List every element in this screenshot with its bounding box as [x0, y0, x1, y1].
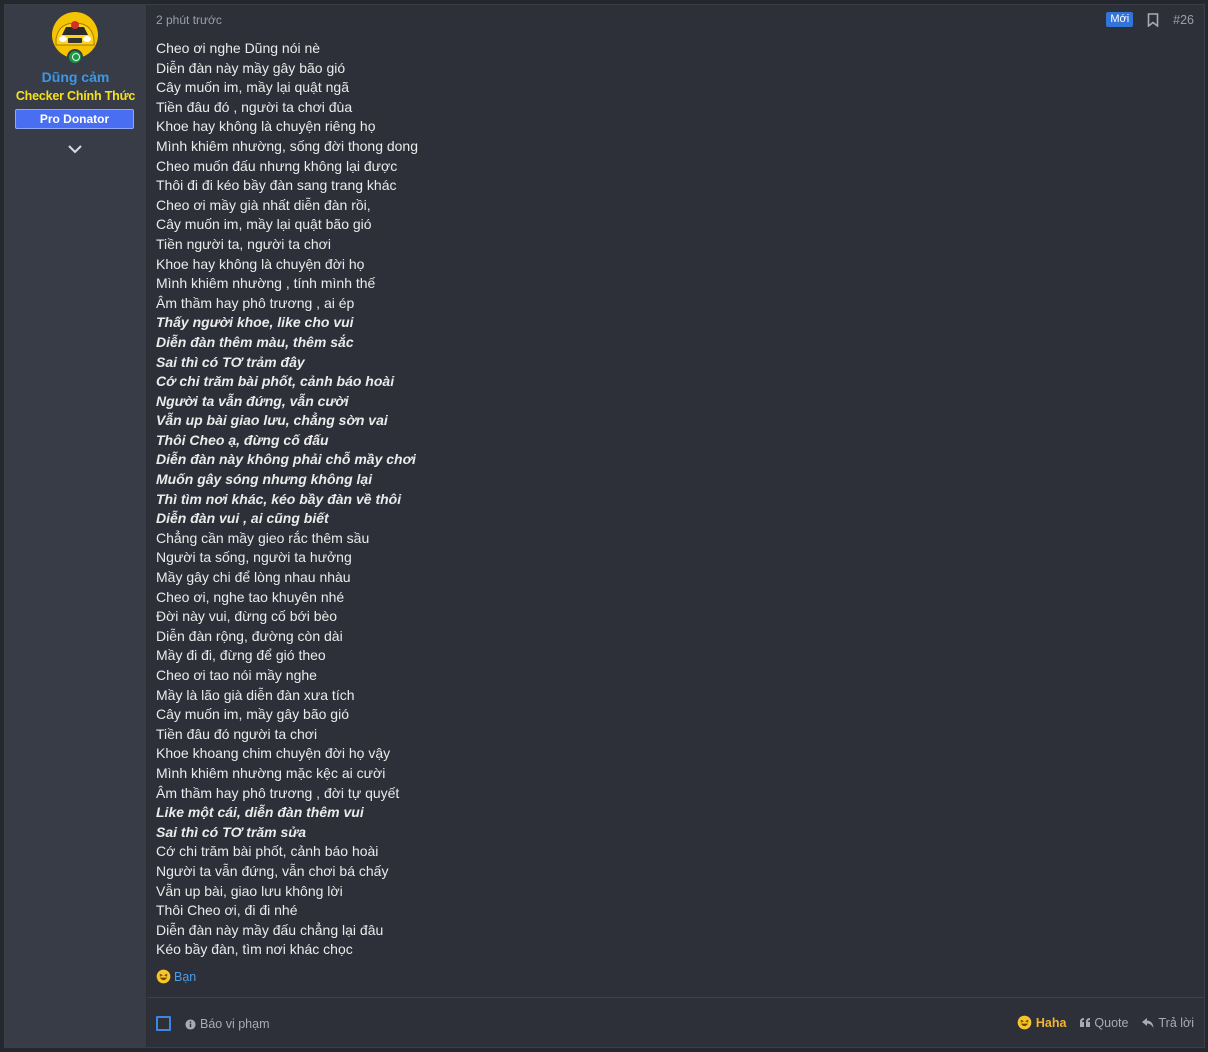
- post-body-line: Thôi Cheo ơi, đi đi nhé: [156, 902, 298, 919]
- message-main: 2 phút trước Mới #26 Cheo ơi nghe Dũng n…: [147, 5, 1204, 1047]
- post-body-line: Muốn gây sóng nhưng không lại: [156, 471, 373, 488]
- message-post: Dũng cảm Checker Chính Thức Pro Donator …: [4, 4, 1205, 1048]
- post-body-line: Vẫn up bài, giao lưu không lời: [156, 882, 343, 899]
- post-body-line: Cớ chi trăm bài phốt, cảnh báo hoài: [156, 843, 379, 860]
- post-number[interactable]: #26: [1173, 13, 1194, 27]
- haha-emoji-icon: [156, 969, 171, 984]
- post-body: Cheo ơi nghe Dũng nói nè Diễn đàn này mầy…: [156, 39, 418, 960]
- post-body-line: Âm thầm hay phô trương , ai ép: [156, 294, 355, 311]
- post-body-line: Cheo ơi nghe Dũng nói nè: [156, 40, 321, 56]
- online-icon: [67, 49, 83, 65]
- post-body-line: Cheo ơi, nghe tao khuyên nhé: [156, 588, 345, 605]
- post-body-line: Tiền đâu đó , người ta chơi đùa: [156, 98, 353, 115]
- select-post-checkbox[interactable]: [156, 1016, 171, 1031]
- post-body-line: Cheo muốn đấu nhưng không lại được: [156, 157, 398, 174]
- post-body-line: Vẫn up bài giao lưu, chẳng sờn vai: [156, 412, 388, 429]
- post-body-line: Mình khiêm nhường , tính mình thế: [156, 275, 376, 292]
- post-body-line: Diễn đàn vui , ai cũng biết: [156, 510, 329, 527]
- post-body-line: Thôi đi đi kéo bầy đàn sang trang khác: [156, 177, 397, 194]
- post-body-line: Đời này vui, đừng cố bới bèo: [156, 608, 338, 625]
- post-body-line: Diễn đàn rộng, đường còn dài: [156, 627, 343, 644]
- post-body-line: Người ta vẫn đứng, vẫn cười: [156, 392, 349, 409]
- reply-arrow-icon: [1142, 1017, 1154, 1028]
- post-body-line: Sai thì có TƠ trăm sửa: [156, 823, 307, 840]
- post-body-line: Người ta vẫn đứng, vẫn chơi bá chấy: [156, 862, 389, 879]
- quote-button[interactable]: Quote: [1080, 1016, 1128, 1030]
- reply-label: Trả lời: [1158, 1015, 1194, 1030]
- post-body-line: Diễn đàn này mầy đấu chẳng lại đâu: [156, 921, 384, 938]
- username[interactable]: Dũng cảm: [5, 69, 146, 85]
- post-body-line: Mình khiêm nhường, sống đời thong dong: [156, 137, 419, 154]
- post-body-line: Tiền đâu đó người ta chơi: [156, 725, 318, 742]
- post-body-line: Cây muốn im, mầy lại quật ngã: [156, 79, 349, 96]
- post-body-line: Khoe hay không là chuyện đời họ: [156, 255, 365, 272]
- chevron-down-icon: [68, 144, 82, 153]
- post-body-line: Mầy gây chi để lòng nhau nhàu: [156, 569, 351, 586]
- post-body-line: Thấy người khoe, like cho vui: [156, 314, 354, 331]
- post-body-line: Khoe hay không là chuyện riêng họ: [156, 118, 376, 135]
- post-body-line: Cây muốn im, mầy gây bão gió: [156, 706, 349, 723]
- post-body-line: Thôi Cheo ạ, đừng cố đấu: [156, 431, 329, 448]
- post-header-actions: Mới #26: [1106, 12, 1194, 27]
- post-body-line: Like một cái, diễn đàn thêm vui: [156, 804, 364, 821]
- bookmark-icon[interactable]: [1147, 12, 1159, 27]
- report-label: Báo vi phạm: [200, 1017, 270, 1031]
- post-footer: Báo vi phạm Haha Quote Trả lời: [147, 997, 1204, 1047]
- report-link[interactable]: Báo vi phạm: [185, 1017, 269, 1031]
- post-body-line: Mình khiêm nhường mặc kệc ai cười: [156, 764, 386, 781]
- post-body-line: Khoe khoang chim chuyện đời họ vậy: [156, 745, 391, 762]
- post-body-line: Âm thầm hay phô trương , đời tự quyết: [156, 784, 400, 801]
- post-body-line: Cheo ơi tao nói mầy nghe: [156, 667, 317, 683]
- reaction-users-link[interactable]: Bạn: [174, 970, 196, 984]
- user-info-panel: Dũng cảm Checker Chính Thức Pro Donator: [5, 5, 147, 1047]
- haha-label: Haha: [1035, 1015, 1067, 1030]
- post-body-line: Tiền người ta, người ta chơi: [156, 235, 331, 252]
- post-body-line: Sai thì có TƠ trảm đây: [156, 353, 305, 370]
- post-body-line: Cớ chi trăm bài phốt, cảnh báo hoài: [156, 373, 395, 390]
- haha-emoji-icon: [1017, 1015, 1032, 1030]
- post-timestamp[interactable]: 2 phút trước: [156, 13, 222, 27]
- post-body-line: Thì tìm nơi khác, kéo bầy đàn về thôi: [156, 490, 402, 507]
- post-body-line: Cheo ơi mầy già nhất diễn đàn rồi,: [156, 196, 371, 213]
- post-body-line: Kéo bầy đàn, tìm nơi khác chọc: [156, 941, 353, 958]
- quote-label: Quote: [1094, 1015, 1129, 1030]
- info-circle-icon: [185, 1018, 196, 1030]
- post-body-line: Diễn đàn này không phải chỗ mầy chơi: [156, 451, 416, 468]
- post-body-line: Cây muốn im, mầy lại quật bão gió: [156, 216, 372, 233]
- post-body-line: Diễn đàn thêm màu, thêm sắc: [156, 333, 354, 350]
- user-title: Checker Chính Thức: [15, 89, 136, 103]
- expand-user-info-button[interactable]: [65, 139, 85, 159]
- post-body-line: Chẳng cần mầy gieo rắc thêm sầu: [156, 529, 370, 546]
- post-body-line: Mầy đi đi, đừng để gió theo: [156, 647, 326, 664]
- reply-button[interactable]: Trả lời: [1142, 1016, 1194, 1030]
- post-body-line: Diễn đàn này mầy gây bão gió: [156, 59, 346, 76]
- post-body-line: Người ta sống, người ta hưởng: [156, 549, 352, 566]
- user-banner: Pro Donator: [15, 109, 134, 129]
- quote-icon: [1080, 1018, 1091, 1027]
- new-badge: Mới: [1106, 12, 1134, 27]
- reactions-bar[interactable]: Bạn: [156, 969, 196, 984]
- haha-reaction-button[interactable]: Haha: [1017, 1015, 1067, 1030]
- footer-actions: Haha Quote Trả lời: [1017, 1015, 1194, 1030]
- post-body-line: Mầy là lão già diễn đàn xưa tích: [156, 686, 355, 703]
